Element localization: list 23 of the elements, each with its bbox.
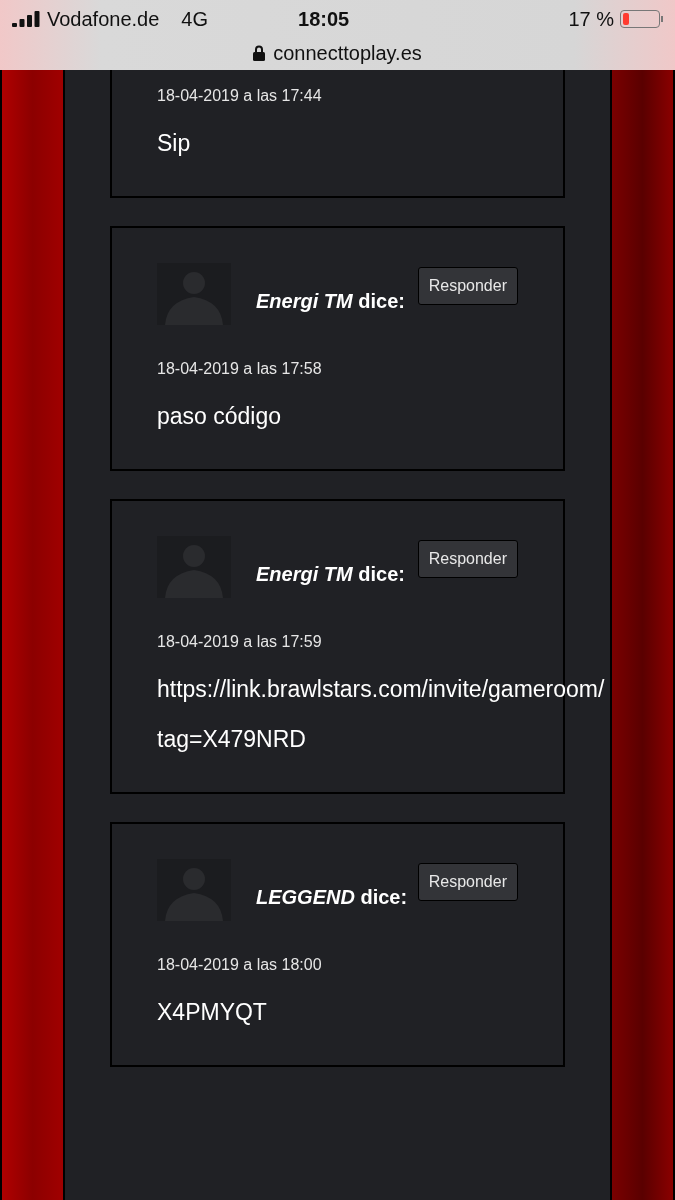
comment-author: LEGGEND dice: — [256, 885, 408, 910]
comment-date: 18-04-2019 a las 17:44 — [157, 86, 323, 106]
carrier-name: Vodafone.de — [47, 7, 160, 32]
reply-button[interactable]: Responder — [417, 267, 518, 305]
reply-button[interactable]: Responder — [417, 863, 518, 901]
comment-author: Energi TM dice: — [256, 562, 405, 587]
comment-text: X4PMYQT — [157, 998, 267, 1027]
comment-text: tag=X479NRD — [157, 725, 306, 754]
comment-date: 18-04-2019 a las 17:59 — [157, 632, 323, 652]
reply-button[interactable]: Responder — [417, 540, 518, 578]
page-url: connecttoplay.es — [273, 41, 422, 66]
battery-percent: 17 % — [568, 7, 614, 32]
network-type: 4G — [181, 7, 209, 32]
battery-icon — [620, 10, 663, 28]
comment-text: https://link.brawlstars.com/invite/gameroom/ — [157, 675, 605, 704]
lock-icon — [253, 45, 266, 61]
comment-text: Sip — [157, 129, 191, 158]
comment-author: Energi TM dice: — [256, 289, 405, 314]
comment-date: 18-04-2019 a las 17:58 — [157, 359, 323, 379]
comment-date: 18-04-2019 a las 18:00 — [157, 955, 323, 975]
signal-icon — [12, 11, 42, 27]
comment-text: paso código — [157, 402, 282, 431]
clock-time: 18:05 — [298, 7, 350, 32]
